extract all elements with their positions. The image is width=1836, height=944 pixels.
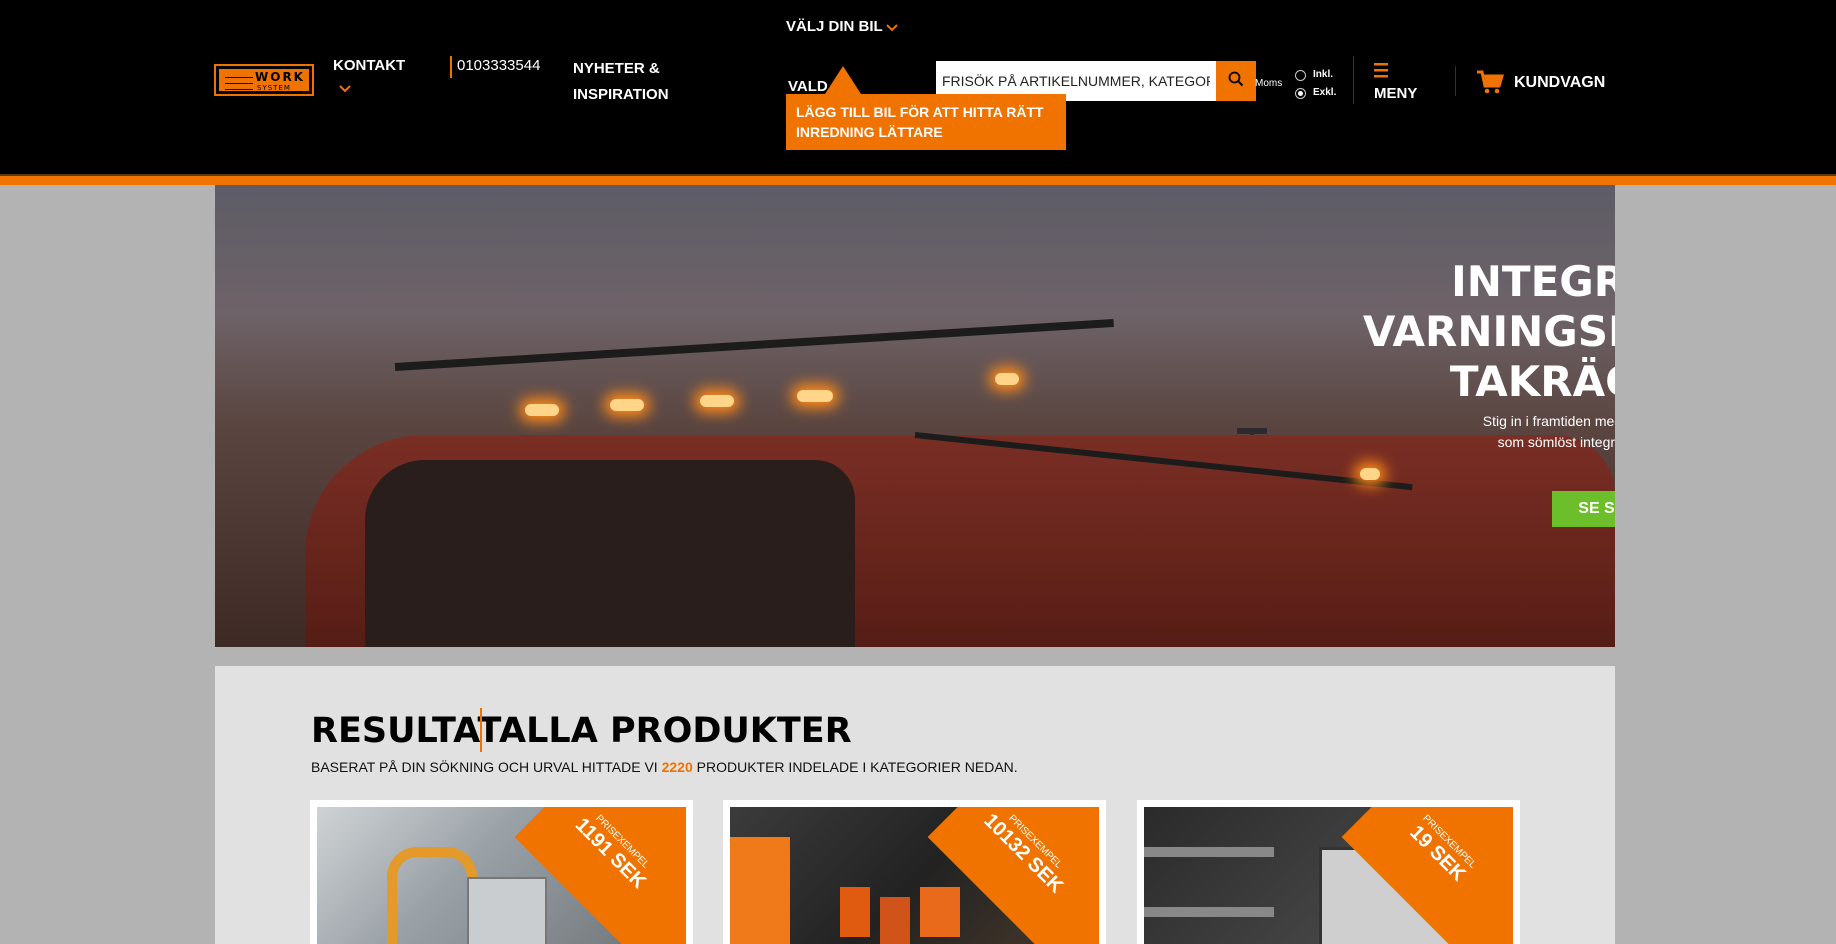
results-desc-text: PRODUKTER INDELADE I KATEGORIER NEDAN. [696, 759, 1018, 775]
category-image: PRISEXEMPEL 19 SEK [1144, 807, 1513, 944]
logo-stripe [225, 89, 253, 90]
category-image: PRISEXEMPEL 1191 SEK [317, 807, 686, 944]
moms-exkl-label[interactable]: Exkl. [1313, 87, 1336, 98]
category-image: PRISEXEMPEL 10132 SEK [730, 807, 1099, 944]
warning-light [797, 390, 833, 402]
moms-inkl-label[interactable]: Inkl. [1313, 69, 1333, 80]
cart-link[interactable]: KUNDVAGN [1514, 74, 1605, 92]
results-count: 2220 [661, 759, 693, 775]
nav-kontakt[interactable]: KONTAKT [333, 57, 405, 74]
van-window [365, 460, 855, 647]
results-panel: RESULTAT ALLA PRODUKTER BASERAT PÅ DIN S… [215, 666, 1615, 944]
chevron-down-icon[interactable] [886, 20, 898, 35]
hero-subtitle: Stig in i framtiden med nya WORK FLARE s… [1285, 411, 1615, 453]
header-accent-stripe [0, 174, 1836, 185]
nav-valj-din-bil[interactable]: VÄLJ DIN BIL [786, 18, 883, 35]
warning-light [525, 404, 559, 416]
moms-inkl-radio[interactable] [1295, 70, 1306, 81]
results-description: BASERAT PÅ DIN SÖKNING OCH URVAL HITTADE… [311, 759, 1018, 775]
add-vehicle-tooltip[interactable]: LÄGG TILL BIL FÖR ATT HITTA RÄTT INREDNI… [786, 94, 1066, 150]
warning-light [1360, 468, 1380, 480]
menu-button[interactable]: MENY [1374, 85, 1417, 102]
hamburger-icon[interactable] [1374, 62, 1388, 80]
phone-divider [450, 56, 452, 78]
category-card[interactable]: PRISEXEMPEL 10132 SEK [723, 800, 1106, 944]
header-divider [1353, 56, 1354, 104]
results-desc-text: BASERAT PÅ DIN SÖKNING OCH URVAL HITTADE… [311, 759, 658, 775]
warning-light [700, 395, 734, 407]
selected-vehicle-label: VALD [788, 78, 828, 95]
logo-mark: WORK SYSTEM [219, 69, 309, 92]
results-subtitle: ALLA PRODUKTER [499, 711, 852, 751]
work-system-logo[interactable]: WORK SYSTEM [214, 64, 314, 96]
phone-number-link[interactable]: 0103333544 [457, 57, 540, 74]
logo-text: WORK [255, 70, 305, 84]
category-card[interactable]: PRISEXEMPEL 1191 SEK [310, 800, 693, 944]
warning-light [995, 373, 1019, 385]
chevron-down-icon[interactable] [339, 80, 351, 96]
logo-stripe [225, 77, 253, 78]
tooltip-arrow [825, 66, 861, 94]
worker-jacket [730, 837, 790, 944]
header-divider [1455, 66, 1456, 96]
fuel-can [880, 897, 910, 944]
search-icon [1228, 71, 1244, 92]
logo-stripe [225, 83, 253, 84]
results-title: RESULTAT [311, 711, 502, 751]
hero-subtitle-line: som sömlöst integreras i våra takräcken [1497, 434, 1615, 450]
hero-title: INTEGRERAT VARNINGSLJUS I TAKRÄCKET! [1362, 257, 1615, 406]
se-sortimentet-button[interactable]: SE SORTIMENTET [1552, 491, 1615, 527]
search-button[interactable] [1216, 61, 1256, 101]
shopping-cart-icon[interactable] [1476, 70, 1505, 99]
moms-exkl-radio[interactable] [1295, 88, 1306, 99]
shelf [1144, 847, 1274, 857]
title-divider [480, 708, 482, 752]
nav-nyheter-inspiration[interactable]: NYHETER & INSPIRATION [573, 56, 693, 108]
shelf [1144, 907, 1274, 917]
hero-banner[interactable]: INTEGRERAT VARNINGSLJUS I TAKRÄCKET! Sti… [215, 185, 1615, 647]
shelf-frame [387, 847, 477, 944]
category-card[interactable]: PRISEXEMPEL 19 SEK [1137, 800, 1520, 944]
fuel-can [840, 887, 870, 937]
warning-light [610, 399, 644, 411]
moms-label: Moms [1255, 78, 1283, 89]
logo-subtext: SYSTEM [257, 84, 291, 92]
hero-subtitle-line: Stig in i framtiden med nya WORK FLARE [1482, 413, 1615, 429]
chainsaw [920, 887, 960, 937]
drawer-unit [467, 877, 547, 944]
roof-rack [394, 319, 1114, 371]
